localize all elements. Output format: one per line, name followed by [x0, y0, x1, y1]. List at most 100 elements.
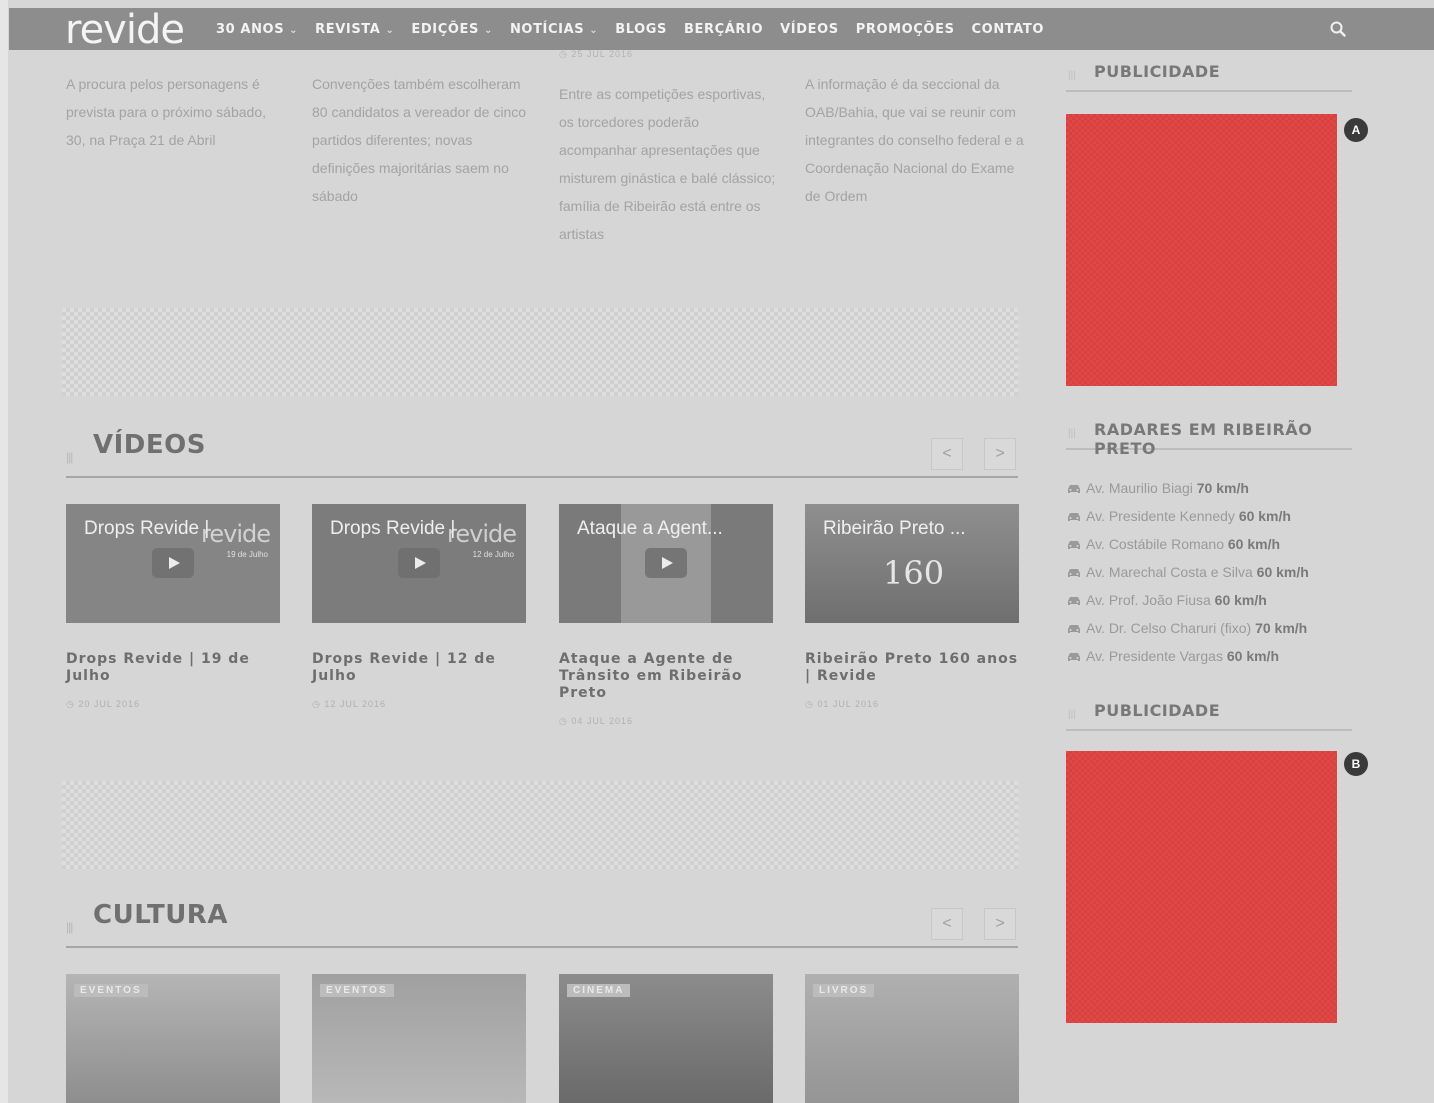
category-badge[interactable]: EVENTOS [74, 984, 148, 997]
sidebar-ad-placeholder[interactable] [1066, 751, 1337, 1023]
videos-section-header: ||| VÍDEOS < > [66, 430, 1018, 478]
play-icon[interactable] [398, 548, 440, 578]
radar-item: Av. Marechal Costa e Silva 60 km/h [1066, 558, 1366, 586]
article-teaser[interactable]: A informação é da seccional da OAB/Bahia… [805, 70, 1025, 210]
video-thumb-brand: revide [447, 520, 517, 548]
category-badge[interactable]: EVENTOS [320, 984, 394, 997]
video-thumb-big-number: 160 [883, 554, 945, 592]
annotation-marker: B [1344, 752, 1368, 776]
radar-street: Av. Maurilio Biagi [1086, 480, 1193, 496]
radar-street: Av. Prof. João Fiusa [1086, 592, 1211, 608]
video-thumb-title: Ataque a Agent... [577, 518, 723, 539]
video-thumb-subtitle: 12 de Julho [472, 550, 514, 559]
radar-street: Av. Dr. Celso Charuri (fixo) [1086, 620, 1252, 636]
video-thumb-brand: revide [201, 520, 271, 548]
article-teaser[interactable]: A procura pelos personagens é prevista p… [66, 70, 286, 154]
carousel-prev-button[interactable]: < [931, 908, 963, 940]
menu-item-promocoes[interactable]: PROMOÇÕES [856, 22, 955, 37]
culture-card[interactable]: EVENTOS [66, 974, 280, 1103]
sidebar-ad-header: ||| PUBLICIDADE [1066, 701, 1352, 731]
video-date-text: 01 JUL 2016 [817, 699, 880, 709]
category-badge[interactable]: CINEMA [567, 984, 631, 997]
radar-item: Av. Prof. João Fiusa 60 km/h [1066, 586, 1366, 614]
video-card[interactable]: Ataque a Agent... Ataque a Agente de Trâ… [559, 504, 773, 727]
category-badge[interactable]: LIVROS [813, 984, 875, 997]
radar-item: Av. Presidente Kennedy 60 km/h [1066, 502, 1366, 530]
menu-item-edicoes[interactable]: EDIÇÕES ⌄ [411, 22, 493, 37]
menu-item-blogs[interactable]: BLOGS [615, 22, 667, 37]
menu-item-30-anos[interactable]: 30 ANOS ⌄ [216, 22, 298, 37]
radar-speed: 60 km/h [1227, 536, 1281, 552]
ad-banner-placeholder[interactable] [62, 781, 1018, 869]
car-icon [1068, 625, 1080, 633]
menu-item-label: EDIÇÕES [411, 21, 479, 37]
article-teaser[interactable]: Entre as competições esportivas, os torc… [559, 80, 779, 248]
section-bars-icon: ||| [1068, 70, 1076, 81]
video-title[interactable]: Drops Revide | 19 de Julho [66, 651, 280, 685]
car-icon [1068, 653, 1080, 661]
menu-item-bercario[interactable]: BERÇÁRIO [684, 22, 763, 37]
video-card[interactable]: Ribeirão Preto ... 160 Ribeirão Preto 16… [805, 504, 1019, 710]
menu-item-noticias[interactable]: NOTÍCIAS ⌄ [510, 22, 598, 37]
car-icon [1068, 541, 1080, 549]
video-title[interactable]: Ataque a Agente de Trânsito em Ribeirão … [559, 651, 773, 702]
radar-street: Av. Presidente Vargas [1086, 648, 1223, 664]
sidebar-ad-placeholder[interactable] [1066, 114, 1337, 386]
sidebar-title: RADARES EM RIBEIRÃO PRETO [1094, 420, 1313, 458]
radar-item: Av. Presidente Vargas 60 km/h [1066, 642, 1366, 670]
search-icon[interactable] [1329, 20, 1347, 38]
car-icon [1068, 569, 1080, 577]
video-date-text: 12 JUL 2016 [324, 699, 387, 709]
carousel-prev-button[interactable]: < [931, 438, 963, 470]
sidebar-ad-header: ||| PUBLICIDADE [1066, 62, 1352, 92]
culture-card[interactable]: CINEMA [559, 974, 773, 1103]
video-thumb-title: Drops Revide | [84, 518, 210, 539]
sidebar-title: PUBLICIDADE [1094, 701, 1221, 720]
video-card[interactable]: Drops Revide | revide 12 de Julho Drops … [312, 504, 526, 710]
radar-street: Av. Marechal Costa e Silva [1086, 564, 1253, 580]
section-bars-icon: ||| [1068, 428, 1076, 439]
chevron-down-icon: ⌄ [289, 24, 299, 36]
cultura-section-header: ||| CULTURA < > [66, 900, 1018, 948]
video-thumb-title: Drops Revide | [330, 518, 456, 539]
carousel-next-button[interactable]: > [984, 438, 1016, 470]
ad-banner-placeholder[interactable] [62, 308, 1018, 396]
video-date: ◷ 04 JUL 2016 [559, 716, 634, 726]
section-title: VÍDEOS [93, 430, 206, 460]
play-icon[interactable] [645, 548, 687, 578]
article-date: ◷ 25 JUL 2016 [559, 49, 634, 59]
culture-card[interactable]: LIVROS [805, 974, 1019, 1103]
radar-item: Av. Maurilio Biagi 70 km/h [1066, 474, 1366, 502]
radar-street: Av. Presidente Kennedy [1086, 508, 1235, 524]
car-icon [1068, 597, 1080, 605]
menu-item-contato[interactable]: CONTATO [972, 22, 1045, 37]
article-teaser[interactable]: Convenções também escolheram 80 candidat… [312, 70, 532, 210]
video-title[interactable]: Drops Revide | 12 de Julho [312, 651, 526, 685]
sidebar-title: PUBLICIDADE [1094, 62, 1221, 81]
top-navbar: revide 30 ANOS ⌄ REVISTA ⌄ EDIÇÕES ⌄ NOTÍCI… [9, 8, 1434, 50]
culture-card[interactable]: EVENTOS [312, 974, 526, 1103]
menu-item-videos[interactable]: VÍDEOS [780, 22, 839, 37]
radar-speed: 70 km/h [1255, 620, 1308, 636]
section-bars-icon: ||| [66, 450, 73, 464]
video-thumbnail[interactable]: Ataque a Agent... [559, 504, 773, 623]
radar-speed: 60 km/h [1226, 648, 1279, 664]
article-date-text: 25 JUL 2016 [571, 49, 634, 59]
radar-item: Av. Costábile Romano 60 km/h [1066, 530, 1366, 558]
play-icon[interactable] [152, 548, 194, 578]
section-bars-icon: ||| [1068, 709, 1076, 720]
video-thumb-title: Ribeirão Preto ... [823, 518, 966, 539]
site-logo[interactable]: revide [65, 10, 185, 50]
menu-item-revista[interactable]: REVISTA ⌄ [315, 22, 394, 37]
menu-item-label: NOTÍCIAS [509, 21, 585, 37]
page-edge [0, 0, 8, 1103]
menu-item-label: REVISTA [315, 21, 381, 37]
carousel-next-button[interactable]: > [984, 908, 1016, 940]
video-thumbnail[interactable]: Drops Revide | revide 12 de Julho [312, 504, 526, 623]
car-icon [1068, 513, 1080, 521]
video-title[interactable]: Ribeirão Preto 160 anos | Revide [805, 651, 1019, 685]
video-thumbnail[interactable]: Drops Revide | revide 19 de Julho [66, 504, 280, 623]
radar-item: Av. Dr. Celso Charuri (fixo) 70 km/h [1066, 614, 1366, 642]
video-thumbnail[interactable]: Ribeirão Preto ... 160 [805, 504, 1019, 623]
video-card[interactable]: Drops Revide | revide 19 de Julho Drops … [66, 504, 280, 710]
